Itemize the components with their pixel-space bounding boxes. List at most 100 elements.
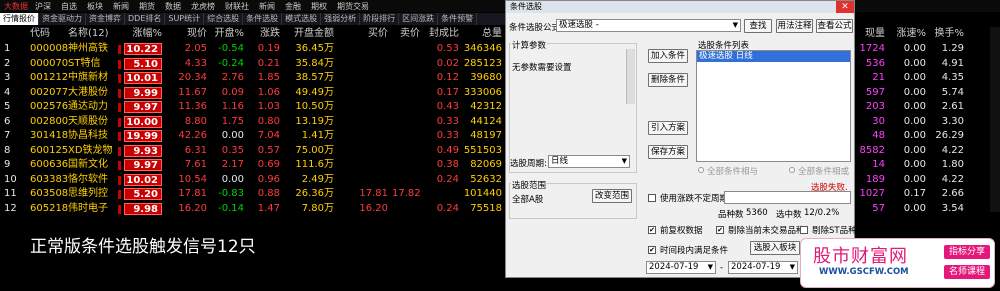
menu-item[interactable]: 板块 — [82, 1, 108, 12]
col-header-hs[interactable]: 换手% — [930, 27, 964, 41]
cell-fd: 0.17 — [436, 86, 459, 98]
cell-idx: 3 — [4, 72, 11, 83]
pre-adj-checkbox[interactable]: ✔ — [648, 226, 656, 234]
formula-label: 条件选股公式 — [509, 23, 561, 33]
cell-name: ST特信 — [68, 57, 101, 69]
select-to-block-button[interactable]: 选股入板块 — [750, 241, 800, 255]
col-header-xl[interactable]: 现量 — [855, 27, 885, 41]
col-header-zs[interactable]: 涨速% — [890, 27, 926, 41]
menu-item[interactable]: 新闻 — [254, 1, 280, 12]
delete-condition-button[interactable]: 删除条件 — [648, 73, 688, 87]
tab-10[interactable]: 区间涨跌 — [399, 13, 439, 25]
cell-total: 39680 — [470, 72, 502, 83]
cell-fd: 0.02 — [436, 57, 459, 69]
menu-item[interactable]: 期权 — [306, 1, 332, 12]
menu-item[interactable]: 龙虎榜 — [186, 1, 220, 12]
date-from-input[interactable]: 2024-07-19 ▼ — [646, 261, 716, 274]
close-icon[interactable]: ✕ — [836, 1, 854, 13]
cell-fd: 0.43 — [436, 101, 459, 112]
tab-11[interactable]: 条件预警 — [438, 13, 478, 25]
col-header-fd[interactable]: 封成比 — [424, 27, 459, 41]
cell-fd: 0.49 — [436, 144, 459, 156]
remove-st-label: 剔除ST品种 — [812, 226, 857, 236]
radio-or[interactable] — [789, 167, 795, 173]
import-scheme-button[interactable]: 引入方案 — [648, 121, 688, 135]
tab-7[interactable]: 模式选股 — [282, 13, 322, 25]
change-pct-cell: 10.01 — [124, 72, 162, 84]
col-header-kp[interactable]: 开盘% — [210, 27, 244, 41]
period-label: 选股周期: — [510, 159, 547, 169]
col-header-price[interactable]: 现价 — [165, 27, 207, 41]
menu-item[interactable]: 期货 — [134, 1, 160, 12]
cell-kj: 75.00万 — [295, 144, 334, 156]
cell-code: 600125 — [30, 144, 69, 156]
cell-idx: 2 — [4, 57, 11, 69]
change-range-button[interactable]: 改变范围 — [592, 189, 632, 203]
find-button[interactable]: 查找 — [744, 19, 772, 33]
menu-item[interactable]: 金融 — [280, 1, 306, 12]
cell-total: 346346 — [463, 43, 502, 54]
menu-item[interactable]: 自选 — [56, 1, 82, 12]
col-header-zd[interactable]: 涨跌 — [248, 27, 280, 41]
col-header-zf[interactable]: 涨幅% — [124, 27, 162, 41]
cell-zs: 0.00 — [903, 115, 926, 127]
date-to-input[interactable]: 2024-07-19 ▼ — [728, 261, 798, 274]
menu-item[interactable]: 沪深 — [30, 1, 56, 12]
tab-2[interactable]: 资金博弈 — [86, 13, 125, 25]
cell-kj: 2.49万 — [301, 173, 334, 185]
tab-4[interactable]: SUP统计 — [165, 13, 205, 25]
col-header-code[interactable]: 代码 — [30, 27, 70, 41]
cell-xl: 1027 — [859, 188, 885, 199]
cell-kj: 10.50万 — [295, 101, 334, 112]
time-cond-checkbox[interactable]: ✔ — [648, 246, 656, 254]
tab-1[interactable]: 资金驱动力 — [39, 13, 86, 25]
use-hist-checkbox[interactable] — [648, 194, 656, 202]
menu-item[interactable]: 新闻 — [108, 1, 134, 12]
cell-zs: 0.00 — [903, 202, 926, 214]
change-pct-cell: 5.20 — [124, 188, 162, 200]
tab-3[interactable]: DDE排名 — [125, 13, 166, 25]
cell-code: 000070 — [30, 57, 69, 69]
tab-9[interactable]: 阶段排行 — [360, 13, 400, 25]
radio-and[interactable] — [698, 167, 704, 173]
menu-item[interactable]: 数据 — [160, 1, 186, 12]
save-scheme-button[interactable]: 保存方案 — [648, 145, 688, 159]
tab-0[interactable]: 行情报价 — [0, 13, 39, 25]
selected-label: 选中数 — [776, 210, 802, 220]
col-header-total[interactable]: 总量 — [460, 27, 502, 41]
menu-item[interactable]: 期货交易 — [332, 1, 374, 12]
signal-marker — [118, 132, 121, 141]
cell-idx: 12 — [4, 202, 17, 214]
cell-zd: 1.85 — [257, 72, 280, 83]
add-condition-button[interactable]: 加入条件 — [648, 49, 688, 63]
tab-6[interactable]: 条件选股 — [243, 13, 283, 25]
formula-select[interactable]: 极速选股 - ▼ — [556, 19, 741, 32]
hist-date-input[interactable] — [724, 191, 851, 204]
col-header-name[interactable]: 名称(12) — [68, 27, 118, 41]
condition-list-item[interactable]: 极速选股 日线 — [697, 51, 850, 62]
cell-zd: 0.57 — [257, 144, 280, 156]
tab-8[interactable]: 强弱分析 — [321, 13, 361, 25]
col-header-kj[interactable]: 开盘金额 — [284, 27, 334, 41]
view-formula-button[interactable]: 查看公式 — [816, 19, 853, 33]
cell-kp: 0.09 — [221, 86, 244, 98]
period-select[interactable]: 日线 ▼ — [548, 155, 630, 168]
cell-code: 002800 — [30, 115, 69, 127]
cell-price: 17.81 — [178, 188, 207, 199]
col-header-sell[interactable]: 卖价 — [392, 27, 420, 41]
condition-list[interactable]: 极速选股 日线 — [696, 50, 851, 162]
remove-new-checkbox[interactable]: ✔ — [716, 226, 724, 234]
cell-fd: 0.24 — [436, 202, 459, 214]
right-scrollbar[interactable] — [990, 27, 1000, 212]
col-header-buy[interactable]: 买价 — [338, 27, 388, 41]
cell-idx: 7 — [4, 130, 11, 141]
chevron-down-icon: ▼ — [732, 21, 738, 29]
cell-name: XD铁龙物 — [68, 144, 113, 156]
watermark-badge: 指标分享 — [944, 245, 990, 259]
remove-st-checkbox[interactable] — [800, 226, 808, 234]
menu-item[interactable]: 财联社 — [220, 1, 254, 12]
cell-price: 2.05 — [184, 43, 207, 54]
usage-note-button[interactable]: 用法注释 — [776, 19, 813, 33]
params-scrollbar[interactable] — [626, 49, 635, 104]
tab-5[interactable]: 综合选股 — [204, 13, 244, 25]
